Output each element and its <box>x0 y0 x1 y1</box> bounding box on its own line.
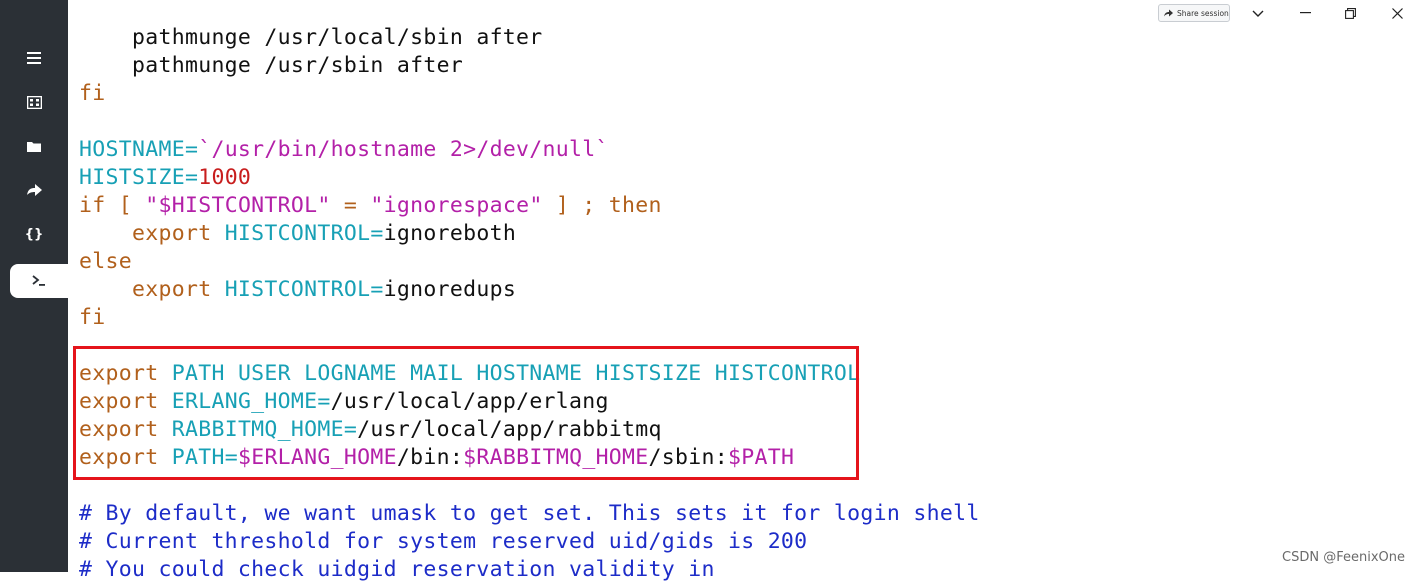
code-token: # By default, we want umask to get set. … <box>79 501 980 526</box>
code-token: = <box>330 193 371 218</box>
code-line: export HISTCONTROL=ignoredups <box>79 276 980 304</box>
code-token: PATH USER LOGNAME MAIL HOSTNAME HISTSIZE… <box>171 361 861 386</box>
code-token: fi <box>79 81 106 106</box>
code-line: # You could check uidgid reservation val… <box>79 556 980 584</box>
code-token: export <box>79 221 225 246</box>
code-token: /usr/local/app/erlang <box>330 389 609 414</box>
chevron-down-icon[interactable] <box>1243 3 1273 23</box>
code-token: pathmunge /usr/sbin after <box>79 53 464 78</box>
code-token: HISTCONTROL= <box>224 277 384 302</box>
code-token: `/usr/bin/hostname 2>/dev/null` <box>198 137 609 162</box>
code-token: 1000 <box>198 165 252 190</box>
code-token: HISTCONTROL= <box>224 221 384 246</box>
restore-icon[interactable] <box>1335 3 1365 23</box>
code-token: PATH= <box>171 445 238 470</box>
code-line: # Current threshold for system reserved … <box>79 528 980 556</box>
code-token: /bin: <box>396 445 464 470</box>
code-line: export RABBITMQ_HOME=/usr/local/app/rabb… <box>79 416 980 444</box>
share-session-label: Share session <box>1177 8 1229 18</box>
close-icon[interactable] <box>1382 3 1412 23</box>
code-line: else <box>79 248 980 276</box>
code-token: $ERLANG_HOME <box>237 445 397 470</box>
code-token: fi <box>79 305 106 330</box>
code-token: else <box>79 249 132 274</box>
menu-icon[interactable] <box>12 41 56 75</box>
code-token: export <box>79 389 172 414</box>
code-token: "$HISTCONTROL" <box>145 193 331 218</box>
code-token: $RABBITMQ_HOME <box>463 445 649 470</box>
code-line: export PATH=$ERLANG_HOME/bin:$RABBITMQ_H… <box>79 444 980 472</box>
code-token: "ignorespace" <box>370 193 543 218</box>
hosts-icon[interactable] <box>12 85 56 119</box>
code-token: ERLANG_HOME= <box>171 389 331 414</box>
code-line: fi <box>79 304 980 332</box>
terminal-editor[interactable]: pathmunge /usr/local/sbin after pathmung… <box>79 24 980 584</box>
code-token: if [ <box>79 193 146 218</box>
minimize-icon[interactable] <box>1290 3 1320 23</box>
code-line: HISTSIZE=1000 <box>79 164 980 192</box>
code-line: fi <box>79 80 980 108</box>
code-token: export <box>79 445 172 470</box>
code-token: export <box>79 277 225 302</box>
code-token: export <box>79 361 172 386</box>
folder-icon[interactable] <box>12 129 56 163</box>
code-token: /usr/local/app/rabbitmq <box>357 417 662 442</box>
watermark: CSDN @FeenixOne <box>1282 550 1405 565</box>
code-token: ignoredups <box>383 277 517 302</box>
snippets-icon[interactable]: {} <box>12 217 56 251</box>
terminal-icon[interactable] <box>10 264 68 298</box>
forward-icon[interactable] <box>12 173 56 207</box>
code-line: export HISTCONTROL=ignoreboth <box>79 220 980 248</box>
code-line: HOSTNAME=`/usr/bin/hostname 2>/dev/null` <box>79 136 980 164</box>
code-token: HOSTNAME= <box>79 137 199 162</box>
code-token: /sbin: <box>648 445 729 470</box>
code-token: pathmunge /usr/local/sbin after <box>79 25 543 50</box>
code-line: pathmunge /usr/sbin after <box>79 52 980 80</box>
code-token: ignoreboth <box>383 221 517 246</box>
code-token: HISTSIZE= <box>79 165 199 190</box>
code-token: RABBITMQ_HOME= <box>171 417 358 442</box>
code-token: export <box>79 417 172 442</box>
share-session-button[interactable]: Share session <box>1158 4 1230 22</box>
code-token: # You could check uidgid reservation val… <box>79 557 715 582</box>
code-token: # Current threshold for system reserved … <box>79 529 808 554</box>
code-token: ] ; then <box>542 193 662 218</box>
code-line: export ERLANG_HOME=/usr/local/app/erlang <box>79 388 980 416</box>
code-line: pathmunge /usr/local/sbin after <box>79 24 980 52</box>
sidebar: {} <box>0 0 68 572</box>
code-line: export PATH USER LOGNAME MAIL HOSTNAME H… <box>79 360 980 388</box>
code-line: # By default, we want umask to get set. … <box>79 500 980 528</box>
code-line: if [ "$HISTCONTROL" = "ignorespace" ] ; … <box>79 192 980 220</box>
share-icon <box>1164 9 1173 17</box>
code-token: $PATH <box>728 445 795 470</box>
